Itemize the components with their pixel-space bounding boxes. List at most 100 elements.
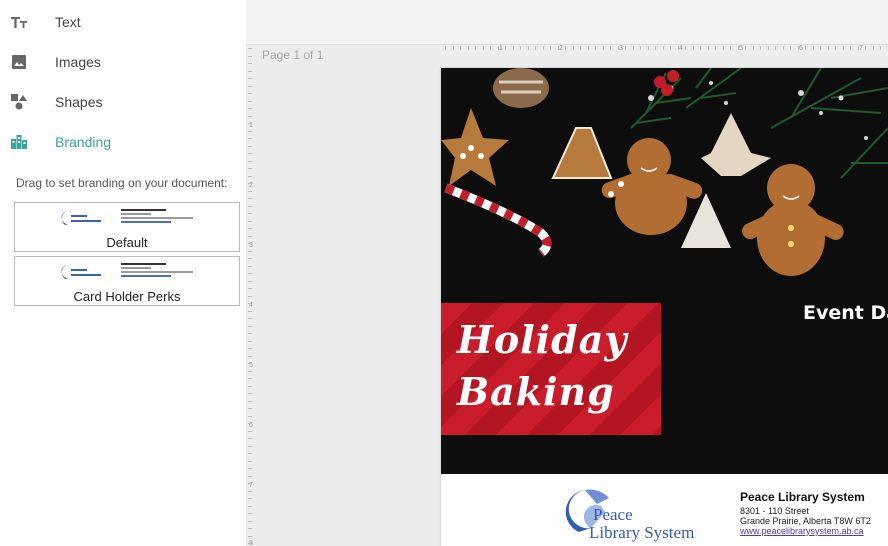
ruler-tick — [248, 273, 252, 274]
ruler-tick — [782, 46, 784, 50]
ruler-tick — [790, 46, 791, 50]
ruler-tick — [640, 46, 641, 50]
ruler-tick — [670, 46, 671, 50]
vertical-ruler: 1 2 3 4 5 6 7 8 — [246, 44, 258, 546]
ruler-tick — [248, 228, 252, 229]
branding-footer[interactable]: Peace Library System Peace Library Syste… — [441, 474, 888, 546]
event-date-heading[interactable]: Event Da — [803, 302, 888, 324]
ruler-tick — [872, 46, 874, 50]
ruler-tick — [857, 46, 859, 50]
ruler-tick — [248, 445, 252, 447]
logo-word-1: Peace — [593, 505, 633, 524]
ruler-tick — [248, 288, 252, 289]
ruler-tick — [248, 153, 252, 154]
editor-canvas[interactable]: Page 1 of 1 1 2 3 4 5 6 7 1 2 3 4 5 6 7 … — [246, 0, 888, 546]
ruler-tick — [248, 70, 252, 72]
ruler-tick — [248, 498, 252, 499]
text-icon — [10, 13, 28, 31]
logo-word-2: Library System — [589, 523, 694, 542]
ruler-tick — [248, 258, 252, 259]
ruler-tick — [248, 265, 252, 267]
sidebar-item-branding[interactable]: Branding — [0, 122, 246, 162]
ruler-tick — [797, 46, 799, 50]
title-banner[interactable]: Holiday Baking — [441, 303, 661, 435]
ruler-tick — [812, 46, 814, 50]
ruler-tick — [827, 46, 829, 50]
ruler-tick — [248, 513, 252, 514]
ruler-tick — [248, 453, 252, 454]
branding-option-label: Card Holder Perks — [73, 289, 181, 304]
shapes-icon — [10, 93, 28, 111]
ruler-tick — [850, 46, 851, 50]
ruler-tick — [662, 46, 664, 50]
branding-address-lines — [121, 263, 201, 279]
ruler-label: 6 — [799, 45, 803, 52]
ruler-tick — [248, 438, 252, 439]
ruler-tick — [595, 46, 596, 50]
peace-library-logo-icon: Peace Library System — [565, 489, 694, 542]
ruler-tick — [248, 490, 252, 492]
sidebar-item-text[interactable]: Text — [0, 2, 246, 42]
document-page[interactable]: Event Da Holiday Baking Peace Library Sy… — [441, 68, 888, 546]
sidebar-item-label: Branding — [55, 134, 112, 150]
ruler-tick — [248, 393, 252, 394]
branding-option-label: Default — [106, 235, 148, 250]
ruler-tick — [248, 250, 252, 252]
ruler-tick — [767, 46, 769, 50]
ruler-tick — [760, 46, 761, 50]
ruler-tick — [512, 46, 514, 50]
ruler-tick — [715, 46, 716, 50]
sidebar-item-images[interactable]: Images — [0, 42, 246, 82]
address-line-2: Grande Prairie, Alberta T8W 6T2 — [740, 516, 871, 526]
ruler-tick — [248, 535, 252, 537]
ruler-label: 4 — [679, 45, 683, 52]
sidebar-item-shapes[interactable]: Shapes — [0, 82, 246, 122]
ruler-tick — [248, 475, 252, 477]
ruler-tick — [805, 46, 806, 50]
ruler-tick — [482, 46, 484, 50]
ruler-tick — [248, 505, 252, 507]
ruler-tick — [625, 46, 626, 50]
ruler-tick — [685, 46, 686, 50]
branding-option-card-holder-perks[interactable]: Card Holder Perks — [14, 256, 240, 306]
ruler-tick — [730, 46, 731, 50]
ruler-tick — [248, 468, 252, 469]
ruler-tick — [692, 46, 694, 50]
ruler-label: 7 — [859, 45, 863, 52]
ruler-tick — [835, 46, 836, 50]
ruler-tick — [497, 46, 499, 50]
ruler-tick — [248, 318, 252, 319]
ruler-tick — [248, 303, 252, 304]
ruler-tick — [248, 78, 252, 79]
ruler-tick — [820, 46, 821, 50]
ruler-label: 5 — [739, 45, 743, 52]
ruler-tick — [655, 46, 656, 50]
ruler-tick — [505, 46, 506, 50]
ruler-tick — [248, 220, 252, 222]
ruler-tick — [700, 46, 701, 50]
ruler-tick — [490, 46, 491, 50]
ruler-tick — [248, 175, 252, 177]
ruler-tick — [248, 543, 252, 544]
ruler-tick — [248, 363, 252, 364]
branding-icon — [10, 133, 28, 151]
ruler-tick — [248, 400, 252, 402]
ruler-tick — [460, 46, 461, 50]
ruler-tick — [677, 46, 679, 50]
ruler-tick — [248, 100, 252, 102]
ruler-tick — [248, 325, 252, 327]
ruler-tick — [248, 415, 252, 417]
ruler-tick — [248, 198, 252, 199]
horizontal-ruler: 1 2 3 4 5 6 7 — [441, 44, 888, 56]
branding-option-default[interactable]: Default — [14, 202, 240, 252]
ruler-tick — [248, 310, 252, 312]
ruler-tick — [248, 340, 252, 342]
ruler-tick — [248, 48, 252, 49]
website-link[interactable]: www.peacelibrarysystem.ab.ca — [740, 526, 864, 536]
ruler-tick — [248, 370, 252, 372]
ruler-tick — [248, 460, 252, 462]
ruler-tick — [248, 115, 252, 117]
ruler-tick — [248, 205, 252, 207]
ruler-tick — [557, 46, 559, 50]
sidebar-item-label: Text — [55, 14, 81, 30]
